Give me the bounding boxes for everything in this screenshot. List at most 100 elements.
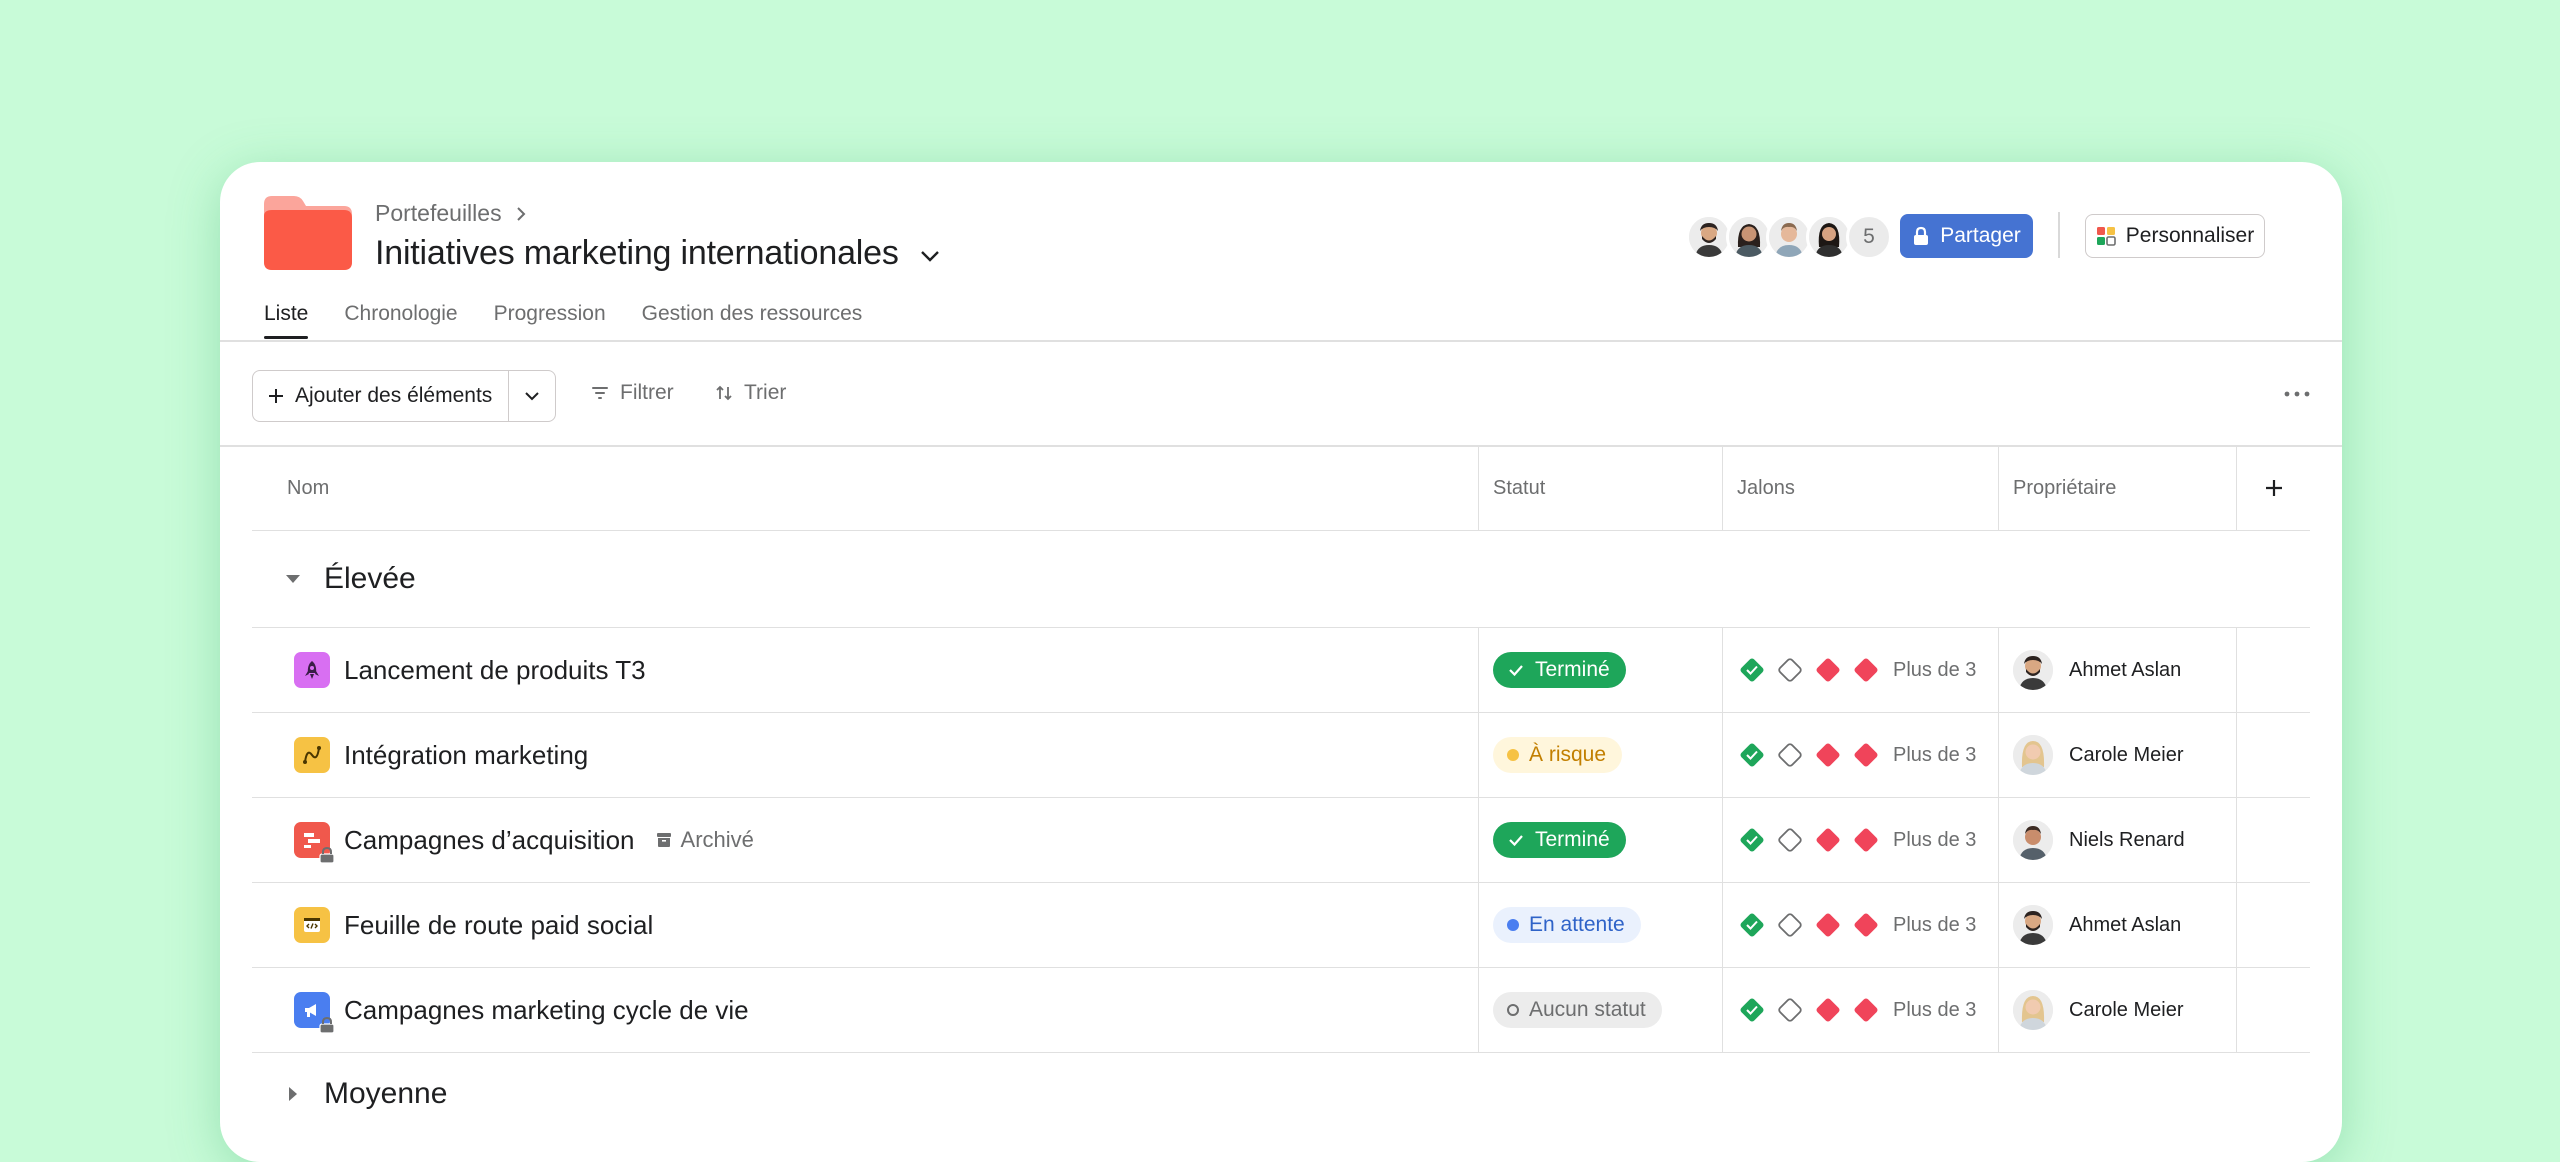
milestone-missed-icon (1854, 658, 1878, 682)
table-row[interactable]: Lancement de produits T3 Terminé Plus de… (252, 628, 2310, 713)
sort-label: Trier (744, 381, 787, 404)
project-name[interactable]: Campagnes marketing cycle de vie (344, 995, 749, 1026)
project-name[interactable]: Feuille de route paid social (344, 910, 653, 941)
owner[interactable]: Ahmet Aslan (2013, 650, 2181, 690)
check-icon (1509, 665, 1523, 677)
milestone-open-icon (1778, 913, 1802, 937)
column-status[interactable]: Statut (1479, 446, 1723, 530)
add-items-dropdown[interactable] (509, 371, 555, 421)
lock-icon (1914, 226, 1929, 245)
column-owner[interactable]: Propriétaire (1999, 446, 2237, 530)
add-items-group: Ajouter des éléments (252, 370, 557, 422)
avatar (2013, 905, 2053, 945)
owner[interactable]: Ahmet Aslan (2013, 905, 2181, 945)
breadcrumb[interactable]: Portefeuilles (375, 200, 530, 227)
milestone-missed-icon (1854, 913, 1878, 937)
milestones-more: Plus de 3 (1893, 658, 1977, 681)
rocket-icon (294, 652, 330, 688)
milestone-open-icon (1778, 743, 1802, 767)
owner[interactable]: Carole Meier (2013, 735, 2183, 775)
project-name[interactable]: Intégration marketing (344, 740, 588, 771)
milestone-done-icon (1740, 913, 1764, 937)
status-badge[interactable]: En attente (1493, 907, 1641, 943)
owner[interactable]: Niels Renard (2013, 820, 2185, 860)
milestone-missed-icon (1816, 658, 1840, 682)
caret-down-icon[interactable] (284, 570, 302, 588)
member-avatars[interactable]: 5 (1686, 214, 1892, 260)
milestone-done-icon (1740, 998, 1764, 1022)
milestone-done-icon (1740, 658, 1764, 682)
milestones[interactable]: Plus de 3 (1737, 910, 1976, 940)
plus-icon (269, 389, 283, 403)
project-name[interactable]: Lancement de produits T3 (344, 655, 646, 686)
add-items-button[interactable]: Ajouter des éléments (253, 371, 510, 421)
chevron-down-icon (525, 392, 539, 401)
column-name[interactable]: Nom (252, 446, 1479, 530)
status-badge[interactable]: Terminé (1493, 822, 1626, 858)
status-badge[interactable]: À risque (1493, 737, 1623, 773)
status-badge[interactable]: Terminé (1493, 652, 1626, 688)
filter-button[interactable]: Filtrer (590, 381, 674, 405)
tab-list[interactable]: Liste (264, 302, 309, 339)
milestone-done-icon (1740, 828, 1764, 852)
owner[interactable]: Carole Meier (2013, 990, 2183, 1030)
breadcrumb-portfolios[interactable]: Portefeuilles (375, 200, 502, 227)
owner-name: Carole Meier (2069, 998, 2184, 1021)
tab-progress[interactable]: Progression (494, 302, 606, 339)
title-row[interactable]: Initiatives marketing internationales (375, 234, 943, 273)
add-column-button[interactable] (2237, 446, 2310, 530)
milestone-open-icon (1778, 828, 1802, 852)
milestone-missed-icon (1816, 743, 1840, 767)
milestones[interactable]: Plus de 3 (1737, 995, 1976, 1025)
status-badge[interactable]: Aucun statut (1493, 992, 1662, 1028)
caret-right-icon[interactable] (284, 1085, 302, 1103)
lock-icon (319, 1016, 335, 1034)
column-milestones[interactable]: Jalons (1723, 446, 1999, 530)
milestone-missed-icon (1816, 828, 1840, 852)
milestones-more: Plus de 3 (1893, 913, 1977, 936)
member-count[interactable]: 5 (1846, 214, 1892, 260)
divider (2058, 212, 2060, 258)
avatar (2013, 990, 2053, 1030)
megaphone-icon (294, 992, 335, 1034)
table-row[interactable]: Intégration marketing À risque Plus de 3 (252, 713, 2310, 798)
milestones-more: Plus de 3 (1893, 828, 1977, 851)
milestone-done-icon (1740, 743, 1764, 767)
curve-icon (294, 737, 330, 773)
projects-table: Nom Statut Jalons Propriétaire Élevée La… (252, 446, 2310, 1137)
code-icon (294, 907, 330, 943)
milestone-open-icon (1778, 998, 1802, 1022)
section-title: Élevée (324, 562, 416, 595)
milestones[interactable]: Plus de 3 (1737, 740, 1976, 770)
owner-name: Niels Renard (2069, 828, 2185, 851)
share-button[interactable]: Partager (1900, 214, 2033, 258)
sort-button[interactable]: Trier (714, 381, 786, 405)
milestones[interactable]: Plus de 3 (1737, 825, 1976, 855)
portfolio-window: Portefeuilles Initiatives marketing inte… (220, 162, 2342, 1162)
section-header[interactable]: Élevée (252, 531, 2310, 628)
check-icon (1509, 835, 1523, 847)
tab-resource-management[interactable]: Gestion des ressources (642, 302, 863, 339)
avatar (2013, 650, 2053, 690)
tab-timeline[interactable]: Chronologie (344, 302, 457, 339)
customize-button[interactable]: Personnaliser (2085, 214, 2265, 258)
table-row[interactable]: Campagnes marketing cycle de vie Aucun s… (252, 968, 2310, 1053)
table-row[interactable]: Campagnes d’acquisition Archivé Terminé (252, 798, 2310, 883)
milestone-missed-icon (1816, 998, 1840, 1022)
section-header[interactable]: Moyenne (252, 1053, 2310, 1137)
owner-name: Ahmet Aslan (2069, 658, 2182, 681)
milestones[interactable]: Plus de 3 (1737, 655, 1976, 685)
milestone-missed-icon (1854, 743, 1878, 767)
status-ring-icon (1507, 1004, 1519, 1016)
milestone-missed-icon (1854, 998, 1878, 1022)
milestone-missed-icon (1854, 828, 1878, 852)
table-row[interactable]: Feuille de route paid social En attente … (252, 883, 2310, 968)
gantt-icon (294, 822, 335, 864)
chevron-down-icon[interactable] (917, 243, 943, 269)
folder-icon (264, 196, 352, 270)
table-header: Nom Statut Jalons Propriétaire (252, 446, 2310, 531)
section-title: Moyenne (324, 1077, 448, 1110)
archived-badge: Archivé (655, 827, 754, 853)
project-name[interactable]: Campagnes d’acquisition (344, 825, 635, 856)
more-options-icon[interactable] (2282, 384, 2312, 404)
